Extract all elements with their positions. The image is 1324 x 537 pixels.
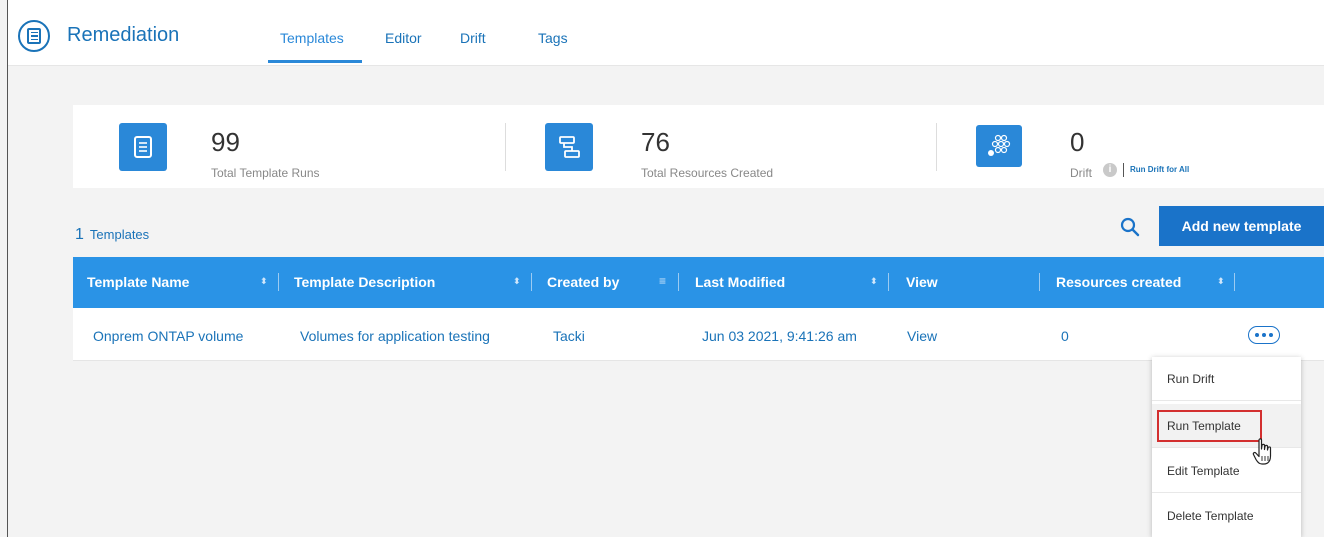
sort-icon[interactable]: ⬍ <box>260 276 268 287</box>
templates-count: 1 Templates <box>75 226 149 244</box>
menu-item-label: Edit Template <box>1167 464 1240 478</box>
stat-divider <box>936 123 937 171</box>
total-runs-label: Total Template Runs <box>211 166 320 180</box>
column-divider <box>678 273 679 291</box>
filter-icon[interactable]: ≡ <box>659 274 666 288</box>
menu-item-edit-template[interactable]: Edit Template <box>1152 449 1301 493</box>
document-icon <box>119 123 167 171</box>
more-actions-icon[interactable] <box>1248 326 1280 344</box>
total-resources-value: 76 <box>641 127 670 157</box>
cell-created-by: Tacki <box>553 328 585 344</box>
column-divider <box>278 273 279 291</box>
active-tab-indicator <box>268 60 362 63</box>
column-header-view: View <box>906 274 938 290</box>
table-header: Template Name ⬍ Template Description ⬍ C… <box>73 257 1324 308</box>
drift-value: 0 <box>1070 127 1085 157</box>
run-drift-for-all-link[interactable]: Run Drift for All <box>1123 163 1189 177</box>
stats-card: 99 Total Template Runs 76 Total Resource… <box>73 105 1324 188</box>
row-actions-menu: Run Drift Run Template Edit Template Del… <box>1152 357 1301 537</box>
cell-template-name[interactable]: Onprem ONTAP volume <box>93 328 243 344</box>
table-row: Onprem ONTAP volume Volumes for applicat… <box>73 308 1324 361</box>
drift-label: Drift <box>1070 166 1092 180</box>
tab-templates[interactable]: Templates <box>280 30 344 46</box>
app-title: Remediation <box>67 24 180 46</box>
menu-item-run-drift[interactable]: Run Drift <box>1152 357 1301 401</box>
add-new-template-button[interactable]: Add new template <box>1159 206 1324 246</box>
window-edge <box>7 0 8 537</box>
templates-count-label: Templates <box>89 227 150 242</box>
total-resources-label: Total Resources Created <box>641 166 774 180</box>
total-runs-value: 99 <box>211 127 240 157</box>
sort-icon[interactable]: ⬍ <box>513 276 521 287</box>
tab-drift[interactable]: Drift <box>460 30 486 46</box>
info-icon[interactable]: i <box>1103 163 1117 177</box>
cell-last-modified: Jun 03 2021, 9:41:26 am <box>702 328 857 344</box>
menu-item-label: Run Drift <box>1167 372 1215 386</box>
tab-tags[interactable]: Tags <box>538 30 568 46</box>
menu-item-delete-template[interactable]: Delete Template <box>1152 494 1301 537</box>
column-header-created-by[interactable]: Created by <box>547 274 619 290</box>
hierarchy-icon <box>545 123 593 171</box>
column-header-template-name[interactable]: Template Name <box>87 274 189 290</box>
menu-item-run-template[interactable]: Run Template <box>1152 404 1301 448</box>
document-circle-icon <box>18 20 50 52</box>
column-divider <box>888 273 889 291</box>
menu-item-label: Delete Template <box>1167 509 1254 523</box>
dots-cluster-icon <box>976 125 1022 167</box>
column-header-template-description[interactable]: Template Description <box>294 274 435 290</box>
templates-count-number: 1 <box>75 226 84 243</box>
column-header-resources-created[interactable]: Resources created <box>1056 274 1181 290</box>
cell-view-link[interactable]: View <box>907 328 937 344</box>
column-divider <box>1234 273 1235 291</box>
highlight-box <box>1157 410 1262 442</box>
cell-template-description: Volumes for application testing <box>300 328 490 344</box>
cell-resources-created[interactable]: 0 <box>1061 328 1069 344</box>
stat-divider <box>505 123 506 171</box>
sort-icon[interactable]: ⬍ <box>870 276 878 287</box>
column-divider <box>1039 273 1040 291</box>
hand-cursor-icon <box>1252 438 1274 466</box>
search-icon[interactable] <box>1120 217 1140 237</box>
column-header-last-modified[interactable]: Last Modified <box>695 274 785 290</box>
top-header: Remediation Templates Editor Drift Tags <box>8 0 1324 66</box>
tab-editor[interactable]: Editor <box>385 30 422 46</box>
sort-icon[interactable]: ⬍ <box>1217 276 1225 287</box>
column-divider <box>531 273 532 291</box>
